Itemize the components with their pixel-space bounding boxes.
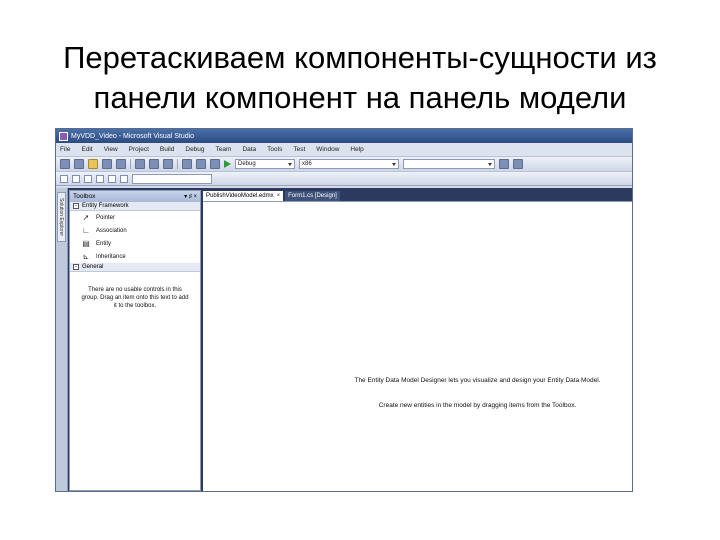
document-tabs: PublishVideoModel.edmx × Form1.cs [Desig… (203, 190, 632, 201)
save-all-icon[interactable] (116, 159, 126, 169)
toolbox-group-general[interactable]: − General (70, 263, 200, 272)
window-titlebar[interactable]: MyVDD_Video - Microsoft Visual Studio (56, 129, 632, 143)
navigate-icon[interactable] (210, 159, 220, 169)
close-icon[interactable]: × (277, 193, 281, 199)
solution-platform-combo[interactable]: x86 (299, 159, 399, 169)
menu-help[interactable]: Help (350, 146, 363, 153)
tool-item-pointer[interactable]: ➚ Pointer (70, 211, 200, 224)
undo-icon[interactable] (182, 159, 192, 169)
align-left-icon[interactable] (72, 174, 80, 183)
size-icon[interactable] (108, 174, 116, 183)
redo-icon[interactable] (196, 159, 206, 169)
tool-item-entity[interactable]: ▤ Entity (70, 237, 200, 250)
toolbox-group-entity-framework[interactable]: − Entity Framework (70, 202, 200, 211)
collapse-icon[interactable]: − (73, 264, 79, 270)
collapse-icon[interactable]: − (73, 203, 79, 209)
add-item-icon[interactable] (74, 159, 84, 169)
align-right-icon[interactable] (96, 174, 104, 183)
copy-icon[interactable] (149, 159, 159, 169)
tab-label: Form1.cs [Design] (288, 193, 337, 199)
toolbox-panel: Toolbox ▾ ♯ × − Entity Framework ➚ Point… (69, 190, 201, 491)
toolbox-window-controls[interactable]: ▾ ♯ × (184, 193, 197, 200)
menu-test[interactable]: Test (293, 146, 305, 153)
spacing-icon[interactable] (120, 174, 128, 183)
group-label: Entity Framework (82, 203, 129, 209)
solution-configuration-combo[interactable]: Debug (235, 159, 295, 169)
solution-explorer-icon[interactable] (513, 159, 523, 169)
general-group-message: There are no usable controls in this gro… (81, 287, 189, 309)
toolbox-title: Toolbox (73, 193, 96, 200)
toolbox-header[interactable]: Toolbox ▾ ♯ × (70, 191, 200, 202)
model-designer-canvas[interactable]: The Entity Data Model Designer lets you … (203, 201, 632, 491)
tool-label: Inheritance (96, 253, 126, 260)
menu-file[interactable]: File (60, 146, 70, 153)
visual-studio-window: MyVDD_Video - Microsoft Visual Studio Fi… (55, 128, 633, 492)
designer-field[interactable] (132, 173, 212, 184)
menu-edit[interactable]: Edit (81, 146, 92, 153)
visual-studio-icon (59, 131, 68, 141)
document-area: PublishVideoModel.edmx × Form1.cs [Desig… (203, 190, 632, 491)
designer-hint-line1: The Entity Data Model Designer lets you … (354, 377, 601, 384)
cut-icon[interactable] (135, 159, 145, 169)
pointer-icon: ➚ (82, 212, 90, 222)
slide-title-line2: панели компонент на панель модели (93, 80, 627, 115)
align-center-icon[interactable] (84, 174, 92, 183)
tool-item-inheritance[interactable]: ⊾ Inheritance (70, 250, 200, 263)
tool-label: Association (96, 227, 127, 234)
solution-explorer-tab[interactable]: Solution Explorer (57, 192, 66, 242)
work-area: Solution Explorer Toolbox ▾ ♯ × − Entity… (56, 188, 632, 491)
tool-item-association[interactable]: ∟ Association (70, 224, 200, 237)
menu-view[interactable]: View (104, 146, 118, 153)
find-combo[interactable] (403, 159, 495, 169)
save-icon[interactable] (102, 159, 112, 169)
new-project-icon[interactable] (60, 159, 70, 169)
tab-label: PublishVideoModel.edmx (206, 193, 274, 199)
slide-title-line1: Перетаскиваем компоненты-сущности из (63, 40, 657, 75)
slide-title: Перетаскиваем компоненты-сущности из пан… (20, 38, 700, 118)
menu-team[interactable]: Team (216, 146, 232, 153)
standard-toolbar: Debug x86 (56, 157, 632, 172)
find-in-files-icon[interactable] (499, 159, 509, 169)
menu-data[interactable]: Data (242, 146, 256, 153)
designer-hint-line2: Create new entities in the model by drag… (378, 402, 577, 409)
designer-toolbar (56, 172, 632, 186)
menu-debug[interactable]: Debug (185, 146, 204, 153)
paste-icon[interactable] (163, 159, 173, 169)
tab-edmx-designer[interactable]: PublishVideoModel.edmx × (203, 191, 284, 201)
side-tabstrip: Solution Explorer (56, 188, 68, 491)
start-debugging-icon[interactable] (224, 160, 231, 168)
toolbar-separator (177, 159, 178, 169)
group-label: General (82, 264, 104, 270)
association-icon: ∟ (82, 225, 90, 235)
menu-project[interactable]: Project (129, 146, 149, 153)
open-file-icon[interactable] (88, 159, 98, 169)
tool-label: Pointer (96, 214, 116, 221)
tab-form-design[interactable]: Form1.cs [Design] (285, 191, 340, 201)
inheritance-icon: ⊾ (82, 251, 90, 261)
tool-label: Entity (96, 240, 112, 247)
toolbar-separator (130, 159, 131, 169)
window-title: MyVDD_Video - Microsoft Visual Studio (71, 132, 195, 140)
layout-icon[interactable] (60, 174, 68, 183)
menu-tools[interactable]: Tools (267, 146, 282, 153)
menu-bar: File Edit View Project Build Debug Team … (56, 143, 632, 157)
menu-window[interactable]: Window (316, 146, 339, 153)
entity-icon: ▤ (82, 238, 90, 248)
menu-build[interactable]: Build (160, 146, 174, 153)
